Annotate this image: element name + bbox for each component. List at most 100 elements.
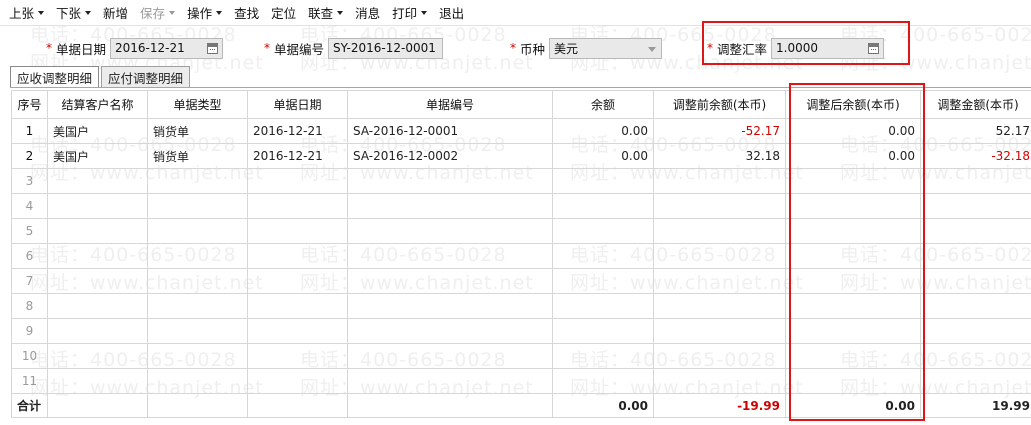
table-row[interactable]: 8 — [11, 293, 1031, 319]
cell-seq[interactable]: 2 — [11, 143, 48, 169]
cell-no[interactable]: SA-2016-12-0001 — [347, 118, 553, 144]
cell-balance[interactable] — [552, 318, 654, 344]
cell-seq[interactable]: 4 — [11, 193, 48, 219]
cell-after[interactable] — [785, 168, 921, 194]
cell-seq[interactable]: 10 — [11, 343, 48, 369]
cell-date[interactable]: 2016-12-21 — [247, 143, 348, 169]
cell-after[interactable] — [785, 218, 921, 244]
cell-seq[interactable]: 3 — [11, 168, 48, 194]
cell-no[interactable] — [347, 268, 553, 294]
cell-type[interactable] — [147, 218, 248, 244]
cell-customer[interactable] — [47, 218, 148, 244]
cell-adjust[interactable] — [920, 168, 1031, 194]
toolbar-item-7[interactable]: 联查 — [303, 2, 348, 24]
cell-no[interactable] — [347, 343, 553, 369]
cell-no[interactable] — [347, 293, 553, 319]
cell-after[interactable] — [785, 193, 921, 219]
table-row[interactable]: 7 — [11, 268, 1031, 294]
cell-date[interactable]: 2016-12-21 — [247, 118, 348, 144]
cell-customer[interactable] — [47, 368, 148, 394]
toolbar-item-6[interactable]: 定位 — [266, 2, 301, 24]
column-header[interactable]: 余额 — [552, 90, 654, 119]
cell-type[interactable]: 销货单 — [147, 118, 248, 144]
cell-customer[interactable] — [47, 268, 148, 294]
cell-type[interactable]: 销货单 — [147, 143, 248, 169]
cell-adjust[interactable]: 52.17 — [920, 118, 1031, 144]
cell-before[interactable]: -52.17 — [653, 118, 786, 144]
toolbar-item-2[interactable]: 新增 — [98, 2, 133, 24]
cell-type[interactable] — [147, 193, 248, 219]
cell-balance[interactable] — [552, 218, 654, 244]
cell-balance[interactable] — [552, 368, 654, 394]
cell-no[interactable] — [347, 243, 553, 269]
cell-type[interactable] — [147, 318, 248, 344]
cell-after[interactable]: 0.00 — [785, 118, 921, 144]
doc-no-input[interactable]: SY-2016-12-0001 — [328, 37, 444, 59]
cell-before[interactable] — [653, 168, 786, 194]
cell-no[interactable]: SA-2016-12-0002 — [347, 143, 553, 169]
cell-balance[interactable]: 0.00 — [552, 143, 654, 169]
cell-before[interactable] — [653, 218, 786, 244]
currency-select[interactable]: 美元 — [549, 37, 663, 59]
calendar-icon[interactable] — [207, 42, 219, 54]
toolbar-item-1[interactable]: 下张 — [51, 2, 96, 24]
cell-seq[interactable]: 9 — [11, 318, 48, 344]
column-header[interactable]: 单据编号 — [347, 90, 553, 119]
toolbar-item-3[interactable]: 保存 — [135, 2, 180, 24]
toolbar-item-8[interactable]: 消息 — [350, 2, 385, 24]
cell-date[interactable] — [247, 318, 348, 344]
cell-date[interactable] — [247, 218, 348, 244]
toolbar-item-10[interactable]: 退出 — [434, 2, 469, 24]
cell-adjust[interactable] — [920, 218, 1031, 244]
cell-seq[interactable]: 1 — [11, 118, 48, 144]
cell-customer[interactable] — [47, 168, 148, 194]
toolbar-item-0[interactable]: 上张 — [4, 2, 49, 24]
column-header[interactable]: 序号 — [11, 90, 48, 119]
cell-before[interactable] — [653, 293, 786, 319]
cell-after[interactable] — [785, 268, 921, 294]
cell-no[interactable] — [347, 218, 553, 244]
cell-customer[interactable] — [47, 343, 148, 369]
rate-input[interactable]: 1.0000 — [771, 37, 885, 59]
tab-receivable[interactable]: 应收调整明细 — [10, 66, 100, 88]
table-row[interactable]: 9 — [11, 318, 1031, 344]
table-row[interactable]: 3 — [11, 168, 1031, 194]
cell-customer[interactable]: 美国户 — [47, 143, 148, 169]
cell-seq[interactable]: 6 — [11, 243, 48, 269]
cell-after[interactable]: 0.00 — [785, 143, 921, 169]
cell-before[interactable] — [653, 343, 786, 369]
cell-seq[interactable]: 11 — [11, 368, 48, 394]
cell-customer[interactable] — [47, 193, 148, 219]
cell-before[interactable] — [653, 193, 786, 219]
cell-no[interactable] — [347, 318, 553, 344]
cell-before[interactable] — [653, 243, 786, 269]
cell-date[interactable] — [247, 268, 348, 294]
doc-date-input[interactable]: 2016-12-21 — [110, 37, 224, 59]
column-header[interactable]: 调整金额(本币) — [920, 90, 1031, 119]
tab-payable[interactable]: 应付调整明细 — [101, 66, 191, 87]
cell-date[interactable] — [247, 343, 348, 369]
cell-balance[interactable] — [552, 268, 654, 294]
cell-customer[interactable]: 美国户 — [47, 118, 148, 144]
cell-adjust[interactable] — [920, 193, 1031, 219]
cell-balance[interactable] — [552, 168, 654, 194]
cell-date[interactable] — [247, 368, 348, 394]
cell-adjust[interactable] — [920, 343, 1031, 369]
cell-before[interactable] — [653, 368, 786, 394]
table-row[interactable]: 4 — [11, 193, 1031, 219]
cell-seq[interactable]: 8 — [11, 293, 48, 319]
cell-no[interactable] — [347, 368, 553, 394]
cell-date[interactable] — [247, 293, 348, 319]
cell-type[interactable] — [147, 268, 248, 294]
cell-no[interactable] — [347, 168, 553, 194]
cell-seq[interactable]: 5 — [11, 218, 48, 244]
cell-after[interactable] — [785, 368, 921, 394]
column-header[interactable]: 单据类型 — [147, 90, 248, 119]
table-row[interactable]: 5 — [11, 218, 1031, 244]
column-header[interactable]: 调整后余额(本币) — [785, 90, 921, 119]
cell-adjust[interactable]: -32.18 — [920, 143, 1031, 169]
cell-type[interactable] — [147, 293, 248, 319]
toolbar-item-5[interactable]: 查找 — [229, 2, 264, 24]
table-row[interactable]: 6 — [11, 243, 1031, 269]
column-header[interactable]: 单据日期 — [247, 90, 348, 119]
